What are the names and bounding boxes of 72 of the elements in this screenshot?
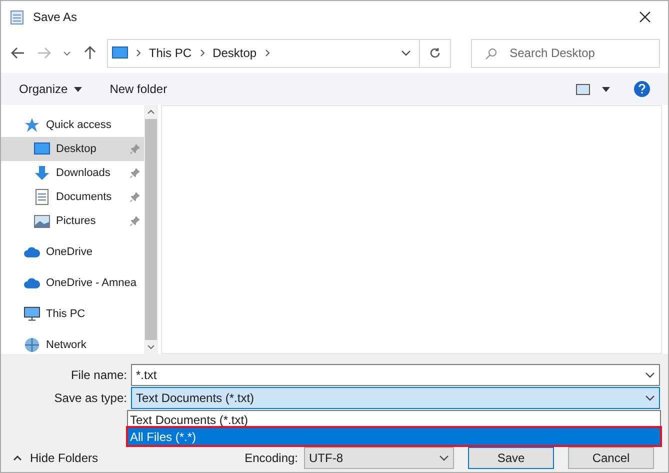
organize-button[interactable]: Organize [19,80,82,98]
window-title: Save As [33,9,78,26]
dropdown-chevron-icon [401,50,412,56]
refresh-button[interactable] [420,38,451,68]
caret-down-icon [602,86,610,92]
dropdown-option[interactable]: Text Documents (*.txt) [128,411,660,428]
pin-icon [130,168,140,178]
sidebar-label: Pictures [56,214,97,229]
sidebar-item[interactable]: Network [1,333,144,357]
dropdown-chevron-icon [645,395,655,401]
cloud-icon [24,277,40,289]
help-button[interactable] [634,81,650,97]
sidebar-label: Downloads [56,166,112,181]
star-icon [24,117,40,133]
sidebar-item[interactable]: OneDrive - Amnea [1,271,144,295]
dropdown-chevron-icon [439,455,449,461]
pin-icon [130,216,140,226]
file-name-label: File name: [70,367,127,384]
pin-icon [130,192,140,202]
search-icon [484,48,497,60]
view-options-button[interactable] [576,84,610,94]
cloud-icon [24,246,40,258]
chevron-right-icon [264,49,270,57]
search-field[interactable]: Search Desktop [470,38,660,68]
breadcrumb[interactable]: This PC [148,44,192,62]
encoding-dropdown[interactable]: UTF-8 [304,447,454,469]
sidebar-item[interactable]: This PC [1,302,144,326]
chevron-right-icon [200,49,205,57]
chevron-down-icon [63,50,72,56]
save-button[interactable]: Save [468,447,554,469]
document-icon [35,189,49,205]
save-as-type-dropdown[interactable]: Text Documents (*.txt) [131,387,660,409]
sidebar-label: This PC [46,306,86,322]
encoding-label: Encoding: [244,450,298,467]
new-folder-button[interactable]: New folder [110,80,168,98]
pin-icon [130,144,140,154]
cancel-button[interactable]: Cancel [568,447,654,469]
sidebar-item[interactable]: Desktop [1,137,144,161]
save-as-type-label: Save as type: [53,390,127,407]
file-name-field[interactable]: *.txt [131,364,660,386]
scrollbar[interactable] [144,105,158,354]
computer-icon [24,306,40,322]
chevron-right-icon [136,49,141,57]
refresh-icon [428,47,441,59]
network-icon [24,337,40,353]
address-bar[interactable]: This PC Desktop [106,38,420,68]
dropdown-option[interactable]: All Files (*.*) [128,428,660,445]
close-icon [639,11,651,23]
sidebar-label: Quick access [46,118,112,133]
sidebar-item[interactable]: Downloads [1,161,144,185]
chevron-up-icon [13,455,22,461]
scrollbar-thumb[interactable] [145,119,157,340]
sidebar-label: Documents [56,190,113,205]
desktop-icon [112,46,128,60]
notepad-icon [9,9,25,25]
breadcrumb[interactable]: Desktop [212,44,257,62]
view-icon [576,84,590,94]
caret-down-icon [74,86,82,92]
desktop-icon [34,142,50,156]
sidebar-label: OneDrive [46,244,94,260]
sidebar-item[interactable]: Pictures [1,209,144,233]
sidebar-item[interactable]: OneDrive [1,240,144,264]
sidebar-label: Desktop [56,142,98,157]
download-arrow-icon [34,165,50,181]
question-mark-icon [638,84,646,94]
sidebar-label: Network [46,338,88,353]
sidebar-item[interactable]: Documents [1,185,144,209]
hide-folders-button[interactable]: Hide Folders [13,449,98,467]
dropdown-chevron-icon [645,372,655,378]
sidebar-item[interactable]: Quick access [1,113,144,137]
sidebar-label: OneDrive - Amnea [46,276,138,291]
picture-icon [34,214,50,228]
